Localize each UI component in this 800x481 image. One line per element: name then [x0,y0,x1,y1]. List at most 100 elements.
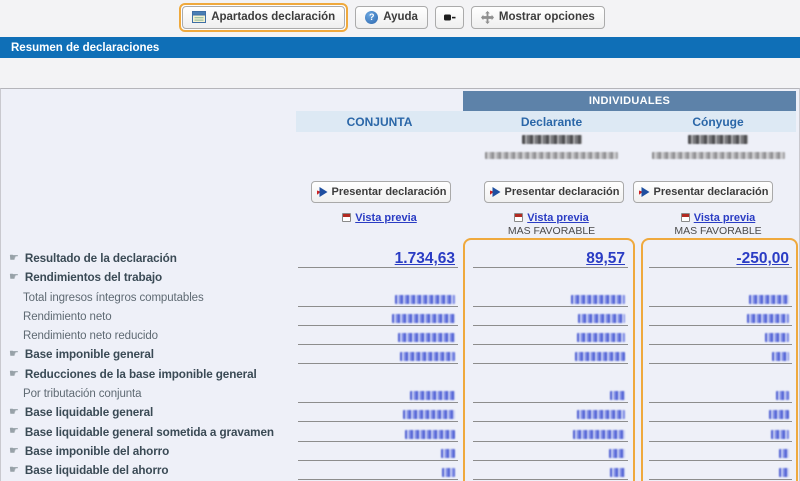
vista-previa-declarante-cell: Vista previa [463,209,640,224]
row-label: Base imponible del ahorro [24,444,170,458]
value-redacted[interactable] [769,410,789,420]
value-redacted[interactable] [400,352,455,362]
apartados-declaracion-button[interactable]: Apartados declaración [182,5,346,29]
column-header-band: CONJUNTA Declarante Cónyuge [296,111,796,132]
row-label: Rendimiento neto reducido [23,330,158,343]
value-cell-decl: 89,57 [473,240,628,268]
apartados-label: Apartados declaración [211,11,336,23]
value-cell-cony [649,442,792,461]
vista-previa-conyuge-link[interactable]: Vista previa [680,212,755,224]
value-cell-cony [649,384,792,404]
row-label-cell: ☛ Resultado de la declaración [1,240,296,268]
value-cell-conj [298,287,458,307]
value-redacted[interactable] [571,294,625,304]
value-cell-conj [298,461,458,481]
declarante-identity [463,135,640,167]
column-header-conyuge: Cónyuge [692,114,744,129]
summary-row: ☛ Resultado de la declaración 1.734,63 89,5… [1,240,799,268]
row-label: Resultado de la declaración [24,252,177,265]
value-redacted[interactable] [772,352,789,362]
value-redacted[interactable] [609,448,625,458]
value-cell-cony [649,307,792,326]
minimize-toolbar-button[interactable] [434,5,464,29]
mostrar-opciones-label: Mostrar opciones [498,11,595,23]
value-redacted[interactable] [577,410,625,420]
row-label: Rendimientos del trabajo [24,271,163,285]
value-redacted[interactable] [392,313,455,323]
presentar-label: Presentar declaración [504,186,620,198]
value-link[interactable]: 89,57 [586,250,625,267]
value-redacted[interactable] [776,391,789,401]
value-redacted[interactable] [395,294,455,304]
summary-row: ☛ Base imponible general [1,345,799,365]
row-label: Base imponible general [24,348,154,362]
row-label-cell: ☛ Reducciones de la base imponible genera… [1,364,296,383]
value-redacted[interactable] [403,410,455,420]
value-redacted[interactable] [573,429,625,439]
value-redacted[interactable] [771,429,789,439]
value-cell-cony [649,287,792,307]
value-cell-conj: 1.734,63 [298,240,458,268]
hand-icon: ☛ [9,444,19,457]
row-label-cell: Por tributación conjunta [1,384,296,403]
summary-row: ☛ Rendimientos del trabajo [1,268,799,287]
value-link[interactable]: -250,00 [736,250,789,267]
presentar-declaracion-conyuge-button[interactable]: Presentar declaración [633,181,773,203]
summary-row: ☛ Reducciones de la base imponible genera… [1,364,799,383]
vista-previa-label: Vista previa [527,211,589,224]
value-cell-decl [473,326,628,346]
value-redacted[interactable] [578,313,625,323]
summary-row: Rendimiento neto [1,307,799,326]
hand-icon: ☛ [9,348,19,361]
row-label-cell: Rendimiento neto [1,307,296,326]
vista-previa-conjunta-link[interactable]: Vista previa [342,212,417,224]
value-link[interactable]: 1.734,63 [395,250,455,267]
section-title: Resumen de declaraciones [11,41,160,54]
conyuge-name-redacted [688,135,748,144]
value-redacted[interactable] [765,333,789,343]
value-cell-cony: -250,00 [649,240,792,268]
value-redacted[interactable] [610,391,625,401]
presentar-declaracion-conjunta-button[interactable]: Presentar declaración [311,181,451,203]
value-redacted[interactable] [442,468,455,478]
section-header-bar: Resumen de declaraciones [0,37,800,58]
value-redacted[interactable] [610,468,625,478]
vista-previa-declarante-link[interactable]: Vista previa [514,212,589,224]
hand-icon: ☛ [9,464,19,477]
apartados-highlight-border: Apartados declaración [179,2,349,32]
value-redacted[interactable] [779,448,789,458]
minimize-icon [443,14,456,20]
value-redacted[interactable] [398,333,455,343]
mostrar-opciones-button[interactable]: Mostrar opciones [470,5,605,29]
presentar-label: Presentar declaración [653,186,769,198]
value-redacted[interactable] [575,352,625,362]
submit-arrow-icon [316,187,328,197]
ayuda-button[interactable]: ? Ayuda [355,5,428,29]
value-redacted[interactable] [405,429,455,439]
summary-row: ☛ Base liquidable general sometida a grav… [1,422,799,442]
row-label-cell: ☛ Base liquidable general [1,403,296,422]
vista-previa-conjunta-cell: Vista previa [296,209,463,224]
hand-icon: ☛ [9,406,19,419]
row-label-cell: Total ingresos íntegros computables [1,287,296,306]
submit-arrow-icon [489,187,501,197]
row-label: Por tributación conjunta [23,388,142,401]
row-label-cell: ☛ Base imponible general [1,345,296,364]
value-redacted[interactable] [577,333,625,343]
value-redacted[interactable] [749,294,789,304]
column-header-conjunta: CONJUNTA [346,114,413,129]
value-redacted[interactable] [747,313,789,323]
row-label-cell: Rendimiento neto reducido [1,326,296,345]
value-cell-conj [298,345,458,365]
value-redacted[interactable] [779,468,789,478]
value-redacted[interactable] [410,391,455,401]
value-cell-conj [298,403,458,423]
presentar-declaracion-declarante-button[interactable]: Presentar declaración [484,181,624,203]
value-cell-conj [298,268,458,287]
summary-row: Total ingresos íntegros computables [1,287,799,307]
row-label-cell: ☛ Base liquidable del ahorro [1,461,296,480]
summary-panel: INDIVIDUALES CONJUNTA Declarante Cónyuge… [0,88,800,481]
value-redacted[interactable] [441,448,455,458]
conyuge-identity [640,135,796,167]
hand-icon: ☛ [9,367,19,380]
